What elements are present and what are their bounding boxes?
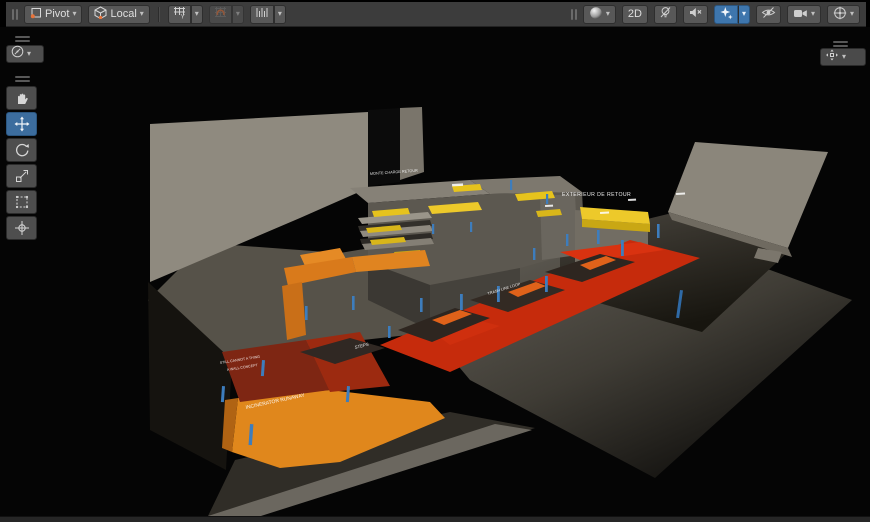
local-label: Local <box>110 8 136 20</box>
chevron-down-icon: ▾ <box>850 10 854 18</box>
svg-text:Y: Y <box>180 14 185 20</box>
pivot-label: Pivot <box>45 8 69 20</box>
snap-increment-icon <box>255 6 269 22</box>
tool-scale[interactable] <box>6 164 37 188</box>
gizmos-dropdown[interactable]: ▾ <box>827 5 860 24</box>
chevron-down-icon: ▾ <box>236 10 240 18</box>
scene-camera-icon <box>793 7 808 22</box>
scene-label: EXTERIEUR DE RETOUR <box>562 192 631 198</box>
tool-view-pan[interactable] <box>6 86 37 110</box>
chevron-down-icon: ▾ <box>27 50 31 58</box>
rect-icon <box>14 194 30 210</box>
scene-camera-dropdown[interactable]: ▾ <box>787 5 821 24</box>
shaded-sphere-icon <box>589 6 603 23</box>
scene-visibility-icon <box>761 6 776 22</box>
scene-visibility-button[interactable] <box>756 5 781 24</box>
chevron-down-icon: ▾ <box>72 10 76 18</box>
scene-3d-render: EXTERIEUR DE RETOUR MONTE CHARGE RETOUR … <box>0 27 870 517</box>
scene-view-toolbar: Pivot ▾ Local ▾ Y ▾ ▾ <box>6 2 866 27</box>
scene-audio-button[interactable] <box>683 5 708 24</box>
chevron-down-icon: ▾ <box>811 10 815 18</box>
grid-visibility-icon: Y <box>173 6 186 22</box>
chevron-down-icon: ▾ <box>278 10 282 18</box>
snap-toggle-button[interactable] <box>209 5 232 24</box>
unity-scene-view: { "toolbar": { "pivot_label": "Pivot", "… <box>0 0 870 522</box>
compass-icon <box>11 45 24 63</box>
draw-mode-dropdown[interactable]: ▾ <box>583 5 616 24</box>
snap-increment-button[interactable] <box>250 5 274 24</box>
tool-move[interactable] <box>6 112 37 136</box>
chevron-down-icon: ▾ <box>842 53 846 61</box>
pivot-mode-dropdown[interactable]: Pivot ▾ <box>24 5 82 24</box>
snap-toggle-icon <box>214 6 227 22</box>
toolbar-separator <box>158 7 160 22</box>
scale-icon <box>14 168 30 184</box>
scene-lighting-off-icon <box>659 6 672 22</box>
overlay-drag-handle[interactable] <box>15 76 30 82</box>
transform-icon <box>14 220 30 236</box>
scene-viewport[interactable]: EXTERIEUR DE RETOUR MONTE CHARGE RETOUR … <box>0 27 870 517</box>
grid-visibility-button[interactable]: Y <box>168 5 191 24</box>
grid-visibility-dropdown[interactable]: ▾ <box>191 5 203 24</box>
chevron-down-icon: ▾ <box>195 10 199 18</box>
toolbar-drag-handle[interactable] <box>12 8 18 20</box>
pivot-center-icon <box>30 7 42 22</box>
tools-overlay <box>6 86 37 240</box>
orientation-gizmo-dropdown[interactable]: ▾ <box>820 48 866 66</box>
move-icon <box>14 116 30 132</box>
rotate-icon <box>14 142 30 158</box>
toolbar-drag-handle[interactable] <box>571 8 577 20</box>
tool-rotate[interactable] <box>6 138 37 162</box>
chevron-down-icon: ▾ <box>606 10 610 18</box>
hand-icon <box>18 94 28 104</box>
2d-mode-label: 2D <box>628 8 642 20</box>
tool-transform[interactable] <box>6 216 37 240</box>
chevron-down-icon: ▾ <box>742 10 746 18</box>
scene-effects-icon <box>719 6 733 23</box>
window-bottom-edge <box>0 516 870 522</box>
overlay-drag-handle[interactable] <box>15 36 30 42</box>
gizmos-sphere-icon <box>833 6 847 23</box>
toggle-2d-button[interactable]: 2D <box>622 5 648 24</box>
scene-lighting-button[interactable] <box>654 5 677 24</box>
local-space-cube-icon <box>94 6 107 22</box>
tool-rect[interactable] <box>6 190 37 214</box>
scene-audio-muted-icon <box>688 6 703 22</box>
toolbar-right-cluster: ▾ 2D ▾ <box>571 5 860 24</box>
scene-effects-button[interactable] <box>714 5 738 24</box>
overlay-drag-handle[interactable] <box>833 41 848 47</box>
snap-increment-dropdown[interactable]: ▾ <box>274 5 286 24</box>
local-space-dropdown[interactable]: Local ▾ <box>88 5 149 24</box>
scene-effects-dropdown[interactable]: ▾ <box>738 5 750 24</box>
snap-toggle-dropdown[interactable]: ▾ <box>232 5 244 24</box>
view-options-dropdown[interactable]: ▾ <box>6 45 44 63</box>
chevron-down-icon: ▾ <box>140 10 144 18</box>
move-axes-icon <box>825 48 839 66</box>
